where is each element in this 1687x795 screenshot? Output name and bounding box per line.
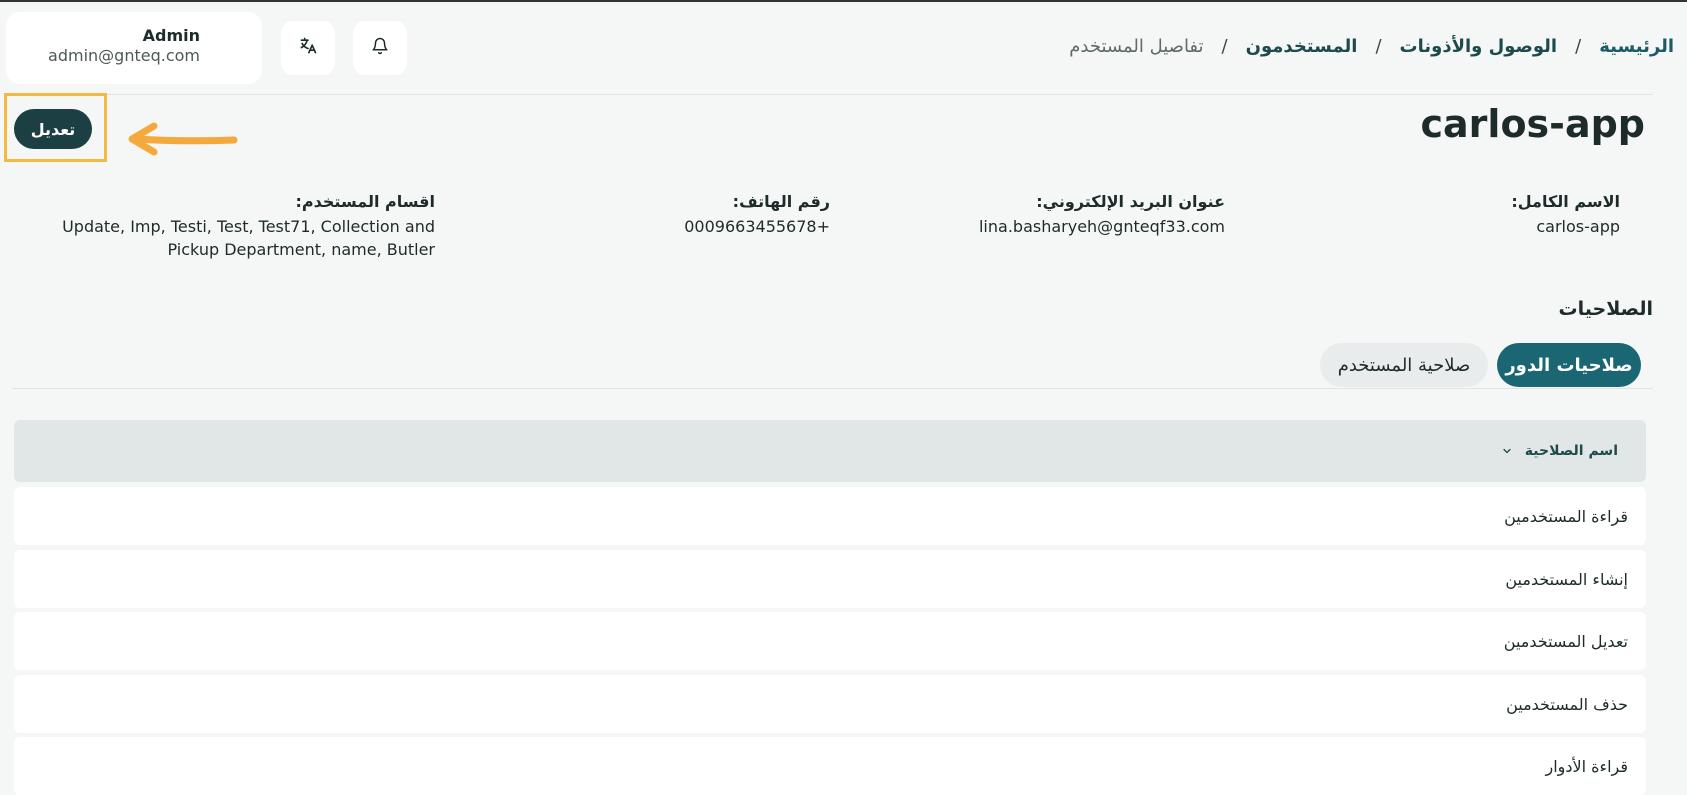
breadcrumb: الرئيسية / الوصول والأذونات / المستخدمون… — [1069, 36, 1674, 57]
translate-icon — [298, 36, 318, 60]
table-row: قراءة الأدوار — [14, 737, 1646, 795]
departments-label: اقسام المستخدم: — [295, 192, 435, 211]
breadcrumb-users[interactable]: المستخدمون — [1246, 36, 1358, 57]
column-header-permission-name[interactable]: اسم الصلاحية — [1525, 443, 1618, 459]
full-name-value: carlos-app — [1536, 217, 1620, 236]
breadcrumb-separator: / — [1221, 36, 1228, 57]
departments-value-line2: Pickup Department, name, Butler — [167, 240, 436, 259]
table-row: قراءة المستخدمين — [14, 487, 1646, 545]
table-header: اسم الصلاحية — [14, 420, 1646, 482]
chevron-down-icon[interactable] — [1501, 445, 1513, 457]
arrow-left-icon — [124, 122, 238, 162]
page-title: carlos-app — [1420, 102, 1645, 146]
permissions-title: الصلاحيات — [1558, 298, 1653, 320]
user-card[interactable]: Admin admin@gnteq.com — [6, 12, 262, 84]
permission-name: تعديل المستخدمين — [1503, 631, 1628, 651]
table-row: إنشاء المستخدمين — [14, 550, 1646, 608]
full-name-field: الاسم الكامل: carlos-app — [1511, 192, 1620, 238]
header-divider — [12, 94, 1653, 95]
notifications-button[interactable] — [353, 21, 407, 75]
departments-value-line1: Update, Imp, Testi, Test, Test71, Collec… — [62, 217, 435, 236]
breadcrumb-separator: / — [1375, 36, 1382, 57]
permission-name: قراءة المستخدمين — [1504, 506, 1628, 526]
language-button[interactable] — [281, 21, 335, 75]
user-email: admin@gnteq.com — [48, 46, 200, 65]
table-row: حذف المستخدمين — [14, 675, 1646, 733]
permission-name: إنشاء المستخدمين — [1505, 569, 1628, 589]
tabs-divider — [12, 388, 1653, 389]
tab-role-permissions[interactable]: صلاحيات الدور — [1497, 343, 1641, 387]
email-label: عنوان البريد الإلكتروني: — [1036, 192, 1225, 211]
permission-name: قراءة الأدوار — [1545, 756, 1628, 776]
bell-icon — [371, 37, 389, 59]
email-field: عنوان البريد الإلكتروني: lina.basharyeh@… — [979, 192, 1225, 238]
breadcrumb-access[interactable]: الوصول والأذونات — [1400, 36, 1558, 57]
user-name: Admin — [142, 26, 200, 45]
phone-label: رقم الهاتف: — [732, 192, 830, 211]
full-name-label: الاسم الكامل: — [1511, 192, 1620, 211]
departments-field: اقسام المستخدم: Update, Imp, Testi, Test… — [62, 192, 435, 261]
phone-field: رقم الهاتف: +0009663455678 — [684, 192, 830, 238]
table-row: تعديل المستخدمين — [14, 612, 1646, 670]
email-value: lina.basharyeh@gnteqf33.com — [978, 217, 1225, 236]
breadcrumb-home[interactable]: الرئيسية — [1599, 36, 1674, 57]
permission-name: حذف المستخدمين — [1506, 694, 1628, 714]
phone-value: +0009663455678 — [684, 217, 830, 236]
breadcrumb-separator: / — [1575, 36, 1582, 57]
tab-user-permissions[interactable]: صلاحية المستخدم — [1320, 343, 1488, 387]
edit-button[interactable]: تعديل — [14, 109, 92, 149]
breadcrumb-current: تفاصيل المستخدم — [1069, 36, 1204, 57]
